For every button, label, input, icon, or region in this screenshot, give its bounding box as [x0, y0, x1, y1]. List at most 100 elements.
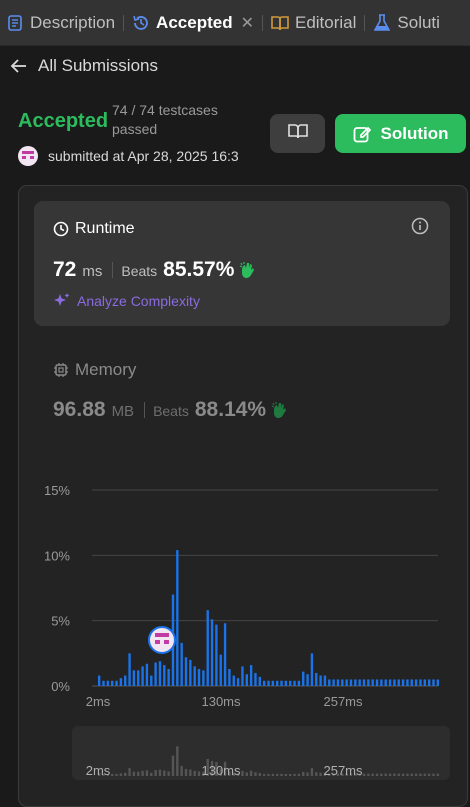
runtime-value-row: 72 ms Beats 85.57%: [53, 258, 258, 282]
distribution-bar[interactable]: [254, 672, 257, 686]
distribution-bar[interactable]: [323, 675, 327, 686]
sparkle-icon: [53, 292, 71, 310]
distribution-bar[interactable]: [341, 679, 344, 686]
distribution-bar[interactable]: [336, 679, 340, 686]
distribution-bar[interactable]: [176, 550, 179, 686]
distribution-bar[interactable]: [436, 679, 440, 686]
distribution-bar[interactable]: [310, 653, 314, 686]
distribution-bar[interactable]: [115, 680, 118, 686]
distribution-bar[interactable]: [306, 674, 309, 686]
distribution-bar[interactable]: [401, 679, 405, 686]
distribution-bar[interactable]: [358, 679, 361, 686]
tab-editorial[interactable]: Editorial: [265, 0, 362, 45]
distribution-bar[interactable]: [141, 666, 144, 686]
distribution-bar[interactable]: [302, 671, 305, 686]
distribution-bar[interactable]: [180, 642, 183, 686]
memory-title[interactable]: Memory: [53, 360, 136, 380]
distribution-bar[interactable]: [427, 679, 431, 686]
distribution-bar[interactable]: [349, 679, 353, 686]
distribution-bar[interactable]: [228, 669, 231, 686]
distribution-bar[interactable]: [154, 662, 157, 686]
beats-label: Beats: [121, 263, 158, 279]
distribution-bar[interactable]: [293, 680, 296, 686]
distribution-bar[interactable]: [284, 680, 288, 686]
distribution-bar[interactable]: [362, 679, 366, 686]
distribution-bar[interactable]: [354, 679, 357, 686]
tab-solutions[interactable]: Soluti: [367, 0, 446, 45]
your-submission-marker[interactable]: [147, 626, 176, 654]
distribution-bar[interactable]: [397, 679, 400, 686]
distribution-bar[interactable]: [410, 679, 413, 686]
distribution-bar[interactable]: [197, 669, 201, 686]
distribution-bar[interactable]: [280, 680, 283, 686]
distribution-bar[interactable]: [262, 680, 266, 686]
distribution-bar[interactable]: [137, 670, 140, 686]
distribution-bar[interactable]: [315, 672, 318, 686]
distribution-bar[interactable]: [219, 654, 222, 686]
distribution-bar[interactable]: [319, 675, 322, 686]
info-icon[interactable]: [411, 217, 429, 240]
distribution-bar[interactable]: [119, 678, 123, 686]
runtime-distribution-chart[interactable]: 15% 10% 5% 0% 2ms 130ms 257ms: [0, 470, 470, 720]
distribution-bar[interactable]: [423, 679, 426, 686]
distribution-bar[interactable]: [297, 680, 301, 686]
distribution-bar[interactable]: [97, 675, 101, 686]
distribution-bar[interactable]: [371, 679, 374, 686]
close-icon[interactable]: ✕: [241, 13, 254, 33]
distribution-bar[interactable]: [150, 675, 153, 686]
distribution-bar[interactable]: [124, 675, 127, 686]
distribution-bar[interactable]: [210, 619, 214, 686]
distribution-bar[interactable]: [232, 675, 235, 686]
distribution-bar[interactable]: [163, 665, 166, 686]
distribution-bar[interactable]: [332, 679, 335, 686]
distribution-bar[interactable]: [236, 678, 240, 686]
distribution-bar[interactable]: [245, 674, 248, 686]
distribution-bar[interactable]: [249, 665, 253, 686]
distribution-bar[interactable]: [102, 680, 105, 686]
distribution-bar[interactable]: [384, 679, 387, 686]
distribution-bar[interactable]: [414, 679, 418, 686]
distribution-bar[interactable]: [375, 679, 379, 686]
tab-accepted[interactable]: Accepted ✕: [126, 0, 260, 45]
distribution-bar[interactable]: [111, 680, 114, 686]
distribution-bar[interactable]: [388, 679, 392, 686]
distribution-bar[interactable]: [367, 679, 370, 686]
memory-value-row: 96.88 MB Beats 88.14%: [53, 398, 290, 422]
solution-button[interactable]: Solution: [335, 114, 466, 153]
tab-description[interactable]: Description: [0, 0, 121, 45]
distribution-bar[interactable]: [380, 679, 383, 686]
back-to-submissions[interactable]: All Submissions: [0, 45, 470, 87]
distribution-bar[interactable]: [145, 663, 149, 686]
distribution-bar[interactable]: [258, 676, 262, 686]
avatar[interactable]: [18, 146, 38, 166]
distribution-bar[interactable]: [241, 666, 244, 686]
tab-divider: [364, 14, 366, 31]
distribution-bar[interactable]: [128, 653, 131, 686]
distribution-bar[interactable]: [267, 680, 270, 686]
distribution-bar[interactable]: [393, 679, 396, 686]
distribution-bar[interactable]: [189, 659, 192, 686]
distribution-bar[interactable]: [193, 666, 196, 686]
distribution-bar[interactable]: [202, 670, 205, 686]
distribution-bar[interactable]: [275, 680, 279, 686]
runtime-beats: 85.57%: [163, 258, 235, 281]
distribution-bar[interactable]: [223, 623, 227, 686]
distribution-bar[interactable]: [167, 669, 170, 686]
distribution-bar[interactable]: [184, 657, 188, 686]
tab-divider: [123, 14, 125, 31]
distribution-bar[interactable]: [328, 679, 331, 686]
distribution-bar[interactable]: [106, 680, 110, 686]
distribution-bar[interactable]: [289, 680, 292, 686]
distribution-bar[interactable]: [432, 679, 435, 686]
distribution-bar[interactable]: [271, 680, 275, 686]
distribution-bar[interactable]: [406, 679, 409, 686]
distribution-bar[interactable]: [206, 610, 209, 686]
analyze-complexity-link[interactable]: Analyze Complexity: [53, 292, 200, 310]
distribution-bar[interactable]: [132, 670, 136, 686]
distribution-bar[interactable]: [158, 661, 162, 686]
editorial-book-button[interactable]: [270, 114, 325, 153]
distribution-bar[interactable]: [345, 679, 348, 686]
distribution-bar[interactable]: [215, 624, 218, 686]
chart-range-minimap[interactable]: [72, 726, 450, 780]
distribution-bar[interactable]: [419, 679, 422, 686]
